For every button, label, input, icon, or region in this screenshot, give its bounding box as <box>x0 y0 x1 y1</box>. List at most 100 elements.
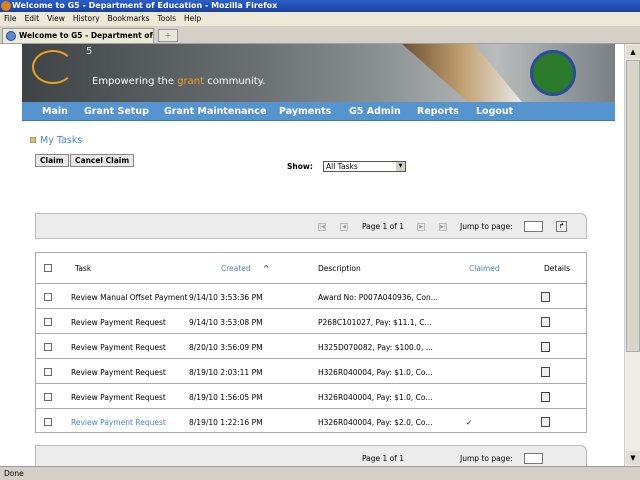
show-value: All Tasks <box>326 162 358 171</box>
tagline-post: community. <box>204 76 266 87</box>
nav-reports[interactable]: Reports <box>417 106 459 117</box>
banner: 5 Empowering the grant community. <box>22 44 615 102</box>
menu-bookmarks[interactable]: Bookmarks <box>108 14 150 23</box>
row-checkbox[interactable] <box>44 393 52 401</box>
pager-top: |◀ ◀ Page 1 of 1 ▶ ▶| Jump to page: ↱ <box>35 213 587 239</box>
menu-history[interactable]: History <box>73 14 100 23</box>
select-all-checkbox[interactable] <box>44 264 52 272</box>
created-date: 8/19/10 1:56:05 PM <box>189 393 263 402</box>
tagline-accent: grant <box>177 76 205 87</box>
created-date: 8/20/10 3:56:09 PM <box>189 343 263 352</box>
tab-bar: Welcome to G5 - Department of Edu... + <box>0 26 640 54</box>
description: H326R040004, Pay: $1.0, Co... <box>318 393 433 402</box>
details-document-icon[interactable] <box>541 292 550 302</box>
new-tab-button[interactable]: + <box>158 29 178 42</box>
row-checkbox[interactable] <box>44 293 52 301</box>
nav-grant-maintenance[interactable]: Grant Maintenance <box>164 106 266 117</box>
details-document-icon[interactable] <box>541 417 550 427</box>
page-content: 5 Empowering the grant community. Main G… <box>0 44 624 466</box>
page-indicator: Page 1 of 1 <box>362 222 405 231</box>
created-date: 9/14/10 3:53:36 PM <box>189 293 263 302</box>
table-row: Review Payment Request 9/14/10 3:53:08 P… <box>36 309 586 334</box>
table-row: Review Payment Request 8/20/10 3:56:09 P… <box>36 334 586 359</box>
table-row: Review Payment Request 8/19/10 1:22:16 P… <box>36 409 586 434</box>
menu-file[interactable]: File <box>4 14 17 23</box>
status-bar: Done <box>0 466 640 480</box>
library-image <box>402 44 522 102</box>
nav-grant-setup[interactable]: Grant Setup <box>84 106 149 117</box>
show-label: Show: <box>287 162 313 171</box>
scroll-down-icon[interactable]: ▼ <box>626 451 640 465</box>
scroll-up-icon[interactable]: ▲ <box>626 45 640 59</box>
go-arrow-icon[interactable]: ↱ <box>556 221 567 232</box>
next-page-icon[interactable]: ▶ <box>417 223 425 231</box>
row-checkbox[interactable] <box>44 343 52 351</box>
vertical-scrollbar[interactable]: ▲ ▼ <box>624 44 640 466</box>
table-header: Task Created ^ Description Claimed Detai… <box>36 253 586 284</box>
section-title: My Tasks <box>30 135 82 146</box>
menu-help[interactable]: Help <box>184 14 201 23</box>
nav-payments[interactable]: Payments <box>279 106 331 117</box>
row-checkbox[interactable] <box>44 418 52 426</box>
task-name: Review Payment Request <box>71 368 166 377</box>
tasks-table: Task Created ^ Description Claimed Detai… <box>35 252 587 433</box>
nav-logout[interactable]: Logout <box>476 106 513 117</box>
page-indicator-bottom: Page 1 of 1 <box>362 454 405 463</box>
header-description: Description <box>318 264 361 273</box>
window-title: Welcome to G5 - Department of Education … <box>12 1 278 10</box>
header-details: Details <box>544 264 571 273</box>
last-page-icon[interactable]: ▶| <box>439 223 447 231</box>
task-name: Review Manual Offset Payment <box>71 293 188 302</box>
main-nav: Main Grant Setup Grant Maintenance Payme… <box>22 102 615 121</box>
browser-tab[interactable]: Welcome to G5 - Department of Edu... <box>2 28 154 54</box>
jump-input[interactable] <box>524 221 543 232</box>
firefox-icon <box>1 1 11 11</box>
tagline: Empowering the grant community. <box>92 76 265 87</box>
claimed-check: ✓ <box>466 418 473 427</box>
row-checkbox[interactable] <box>44 318 52 326</box>
department-seal <box>530 50 576 96</box>
cancel-claim-button[interactable]: Cancel Claim <box>70 154 135 167</box>
task-name: Review Payment Request <box>71 343 166 352</box>
task-name: Review Payment Request <box>71 318 166 327</box>
jump-input-bottom[interactable] <box>524 453 543 464</box>
created-date: 8/19/10 2:03:11 PM <box>189 368 263 377</box>
sort-asc-icon[interactable]: ^ <box>263 264 269 273</box>
chevron-down-icon: ▼ <box>396 162 405 171</box>
tagline-pre: Empowering the <box>92 76 178 87</box>
details-document-icon[interactable] <box>541 342 550 352</box>
claim-button[interactable]: Claim <box>35 154 69 167</box>
task-name[interactable]: Review Payment Request <box>71 418 166 427</box>
table-row: Review Manual Offset Payment 9/14/10 3:5… <box>36 284 586 309</box>
details-document-icon[interactable] <box>541 367 550 377</box>
logo-superscript: 5 <box>86 46 93 57</box>
nav-main[interactable]: Main <box>42 106 68 117</box>
table-row: Review Payment Request 8/19/10 1:56:05 P… <box>36 384 586 409</box>
menu-bar: File Edit View History Bookmarks Tools Help <box>0 12 640 26</box>
header-created[interactable]: Created <box>221 264 251 273</box>
created-date: 9/14/10 3:53:08 PM <box>189 318 263 327</box>
description: H326R040004, Pay: $1.0, Co... <box>318 368 433 377</box>
g5-logo <box>32 50 74 84</box>
first-page-icon[interactable]: |◀ <box>318 223 326 231</box>
globe-icon <box>6 31 16 41</box>
menu-edit[interactable]: Edit <box>25 14 40 23</box>
menu-tools[interactable]: Tools <box>158 14 176 23</box>
description: P268C101027, Pay: $11.1, C... <box>318 318 432 327</box>
table-row: Review Payment Request 8/19/10 2:03:11 P… <box>36 359 586 384</box>
jump-label: Jump to page: <box>460 222 513 231</box>
show-select[interactable]: All Tasks ▼ <box>323 161 406 172</box>
section-title-text: My Tasks <box>40 135 83 146</box>
row-checkbox[interactable] <box>44 368 52 376</box>
jump-label-bottom: Jump to page: <box>460 454 513 463</box>
task-name: Review Payment Request <box>71 393 166 402</box>
created-date: 8/19/10 1:22:16 PM <box>189 418 263 427</box>
details-document-icon[interactable] <box>541 392 550 402</box>
details-document-icon[interactable] <box>541 317 550 327</box>
menu-view[interactable]: View <box>47 14 65 23</box>
scroll-thumb[interactable] <box>626 60 640 352</box>
description: H326R040004, Pay: $2.0, Co... <box>318 418 433 427</box>
prev-page-icon[interactable]: ◀ <box>340 223 348 231</box>
header-claimed[interactable]: Claimed <box>469 264 500 273</box>
nav-g5-admin[interactable]: G5 Admin <box>349 106 401 117</box>
